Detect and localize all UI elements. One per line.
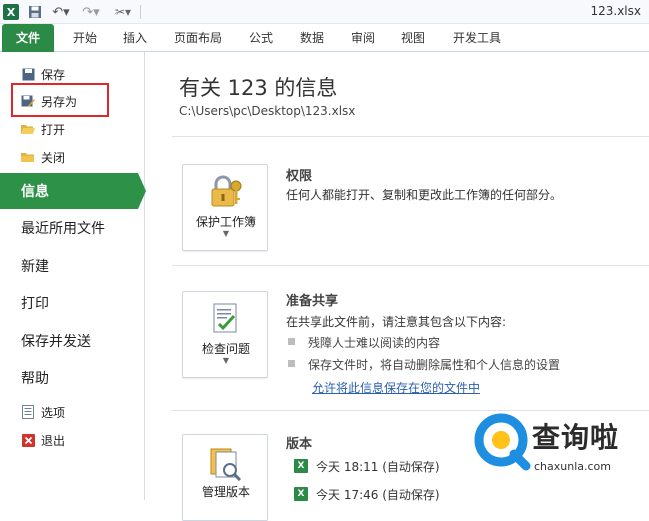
nav-info[interactable]: 信息 (0, 173, 146, 209)
nav-save-send[interactable]: 保存并发送 (0, 323, 145, 359)
prepare-desc: 在共享此文件前，请注意其包含以下内容: (286, 315, 507, 329)
watermark: 查询啦 chaxunla.com (474, 410, 649, 500)
ribbon-tabs: 文件 开始 插入 页面布局 公式 数据 审阅 视图 开发工具 (0, 24, 649, 52)
permissions-title: 权限 (286, 169, 313, 184)
nav-print[interactable]: 打印 (0, 285, 145, 321)
bullet-marker (288, 338, 295, 345)
watermark-logo-icon (474, 413, 531, 471)
check-issues-label: 检查问题 (201, 342, 250, 356)
toolbar-divider (140, 5, 141, 19)
open-command[interactable]: 打开 (0, 117, 145, 141)
options-command[interactable]: 选项 (0, 400, 145, 424)
file-path: C:\Users\pc\Desktop\123.xlsx (179, 104, 356, 118)
excel-file-icon: X (294, 487, 308, 501)
nav-info-label: 信息 (21, 184, 49, 200)
redo-icon[interactable]: ↷▾ (80, 4, 102, 20)
page-title: 有关 123 的信息 (179, 76, 338, 100)
options-icon (21, 405, 35, 419)
divider (172, 265, 649, 266)
bullet-marker (288, 360, 295, 367)
quick-access-toolbar: X ↶▾ ↷▾ ✂▾ 123.xlsx (0, 0, 649, 24)
close-folder-icon (21, 150, 35, 164)
exit-command[interactable]: 退出 (0, 428, 145, 452)
excel-logo-icon[interactable]: X (3, 4, 19, 20)
nav-help[interactable]: 帮助 (0, 360, 145, 396)
inspect-document-icon (207, 300, 245, 338)
version-item[interactable]: X 今天 17:46 (自动保存) (294, 485, 440, 503)
lock-key-icon (207, 173, 245, 211)
exit-label: 退出 (41, 433, 66, 448)
tab-insert[interactable]: 插入 (114, 24, 156, 52)
save-icon[interactable] (28, 4, 42, 20)
allow-save-info-link[interactable]: 允许将此信息保存在您的文件中 (312, 379, 480, 396)
tab-developer[interactable]: 开发工具 (444, 24, 510, 52)
versions-icon (207, 443, 245, 482)
versions-title: 版本 (286, 437, 313, 452)
version-item[interactable]: X 今天 18:11 (自动保存) (294, 457, 440, 475)
backstage-nav: 保存 另存为 打开 关闭 信息 最近所用文件 新建 打印 保存并发送 帮助 选项 (0, 52, 146, 500)
check-issues-button[interactable]: 检查问题 ▼ (182, 291, 268, 378)
undo-icon[interactable]: ↶▾ (50, 4, 72, 20)
close-command[interactable]: 关闭 (0, 145, 145, 169)
close-label: 关闭 (41, 150, 66, 165)
watermark-text: 查询啦 (532, 421, 620, 454)
save-as-highlight-box (11, 83, 109, 117)
protect-workbook-label: 保护工作簿 (195, 215, 256, 229)
options-label: 选项 (41, 405, 66, 420)
exit-icon (21, 433, 35, 447)
selected-arrow (138, 173, 146, 209)
window-title: 123.xlsx (590, 4, 641, 18)
protect-workbook-button[interactable]: 保护工作簿 ▼ (182, 164, 268, 251)
manage-versions-button[interactable]: 管理版本 (182, 434, 268, 521)
tab-file[interactable]: 文件 (2, 24, 54, 52)
watermark-url: chaxunla.com (534, 460, 611, 473)
save-icon (21, 67, 35, 81)
nav-new[interactable]: 新建 (0, 248, 145, 284)
version-label: 今天 18:11 (自动保存) (316, 459, 440, 474)
prepare-bullet: 保存文件时，将自动删除属性和个人信息的设置 (308, 358, 561, 372)
save-label: 保存 (41, 67, 66, 82)
permissions-desc: 任何人都能打开、复制和更改此工作簿的任何部分。 (286, 188, 563, 202)
customize-toolbar-icon[interactable]: ✂▾ (112, 4, 134, 20)
dropdown-arrow-icon: ▼ (222, 229, 230, 238)
tab-review[interactable]: 审阅 (342, 24, 384, 52)
open-folder-icon (21, 122, 35, 136)
tab-data[interactable]: 数据 (291, 24, 333, 52)
tab-view[interactable]: 视图 (392, 24, 434, 52)
dropdown-arrow-icon: ▼ (222, 356, 230, 365)
nav-recent[interactable]: 最近所用文件 (0, 210, 145, 246)
excel-file-icon: X (294, 459, 308, 473)
divider (172, 136, 649, 137)
open-label: 打开 (41, 122, 66, 137)
tab-page-layout[interactable]: 页面布局 (166, 24, 230, 52)
prepare-title: 准备共享 (286, 294, 339, 309)
tab-formulas[interactable]: 公式 (240, 24, 282, 52)
manage-versions-label: 管理版本 (201, 485, 250, 499)
prepare-bullet: 残障人士难以阅读的内容 (308, 336, 441, 350)
tab-home[interactable]: 开始 (64, 24, 106, 52)
